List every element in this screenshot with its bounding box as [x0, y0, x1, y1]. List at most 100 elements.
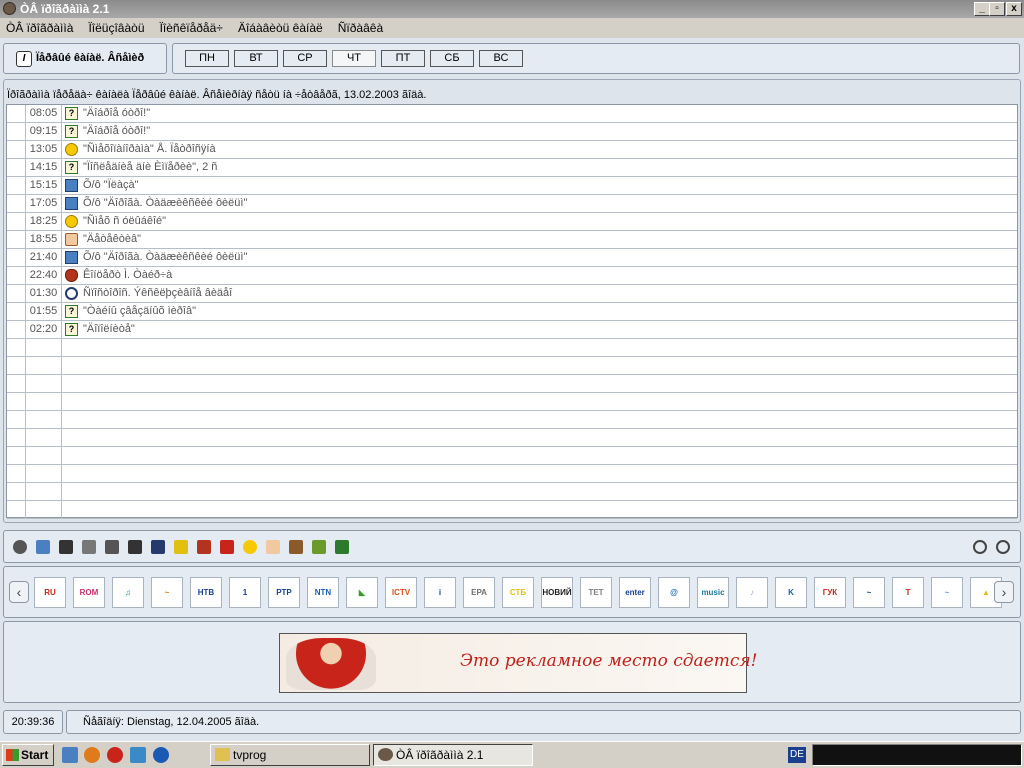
- current-channel[interactable]: I Ïåðâûé êàíàë. Âñåìèð: [3, 43, 167, 74]
- channel-logo[interactable]: @: [658, 577, 690, 608]
- start-button[interactable]: Start: [2, 744, 54, 766]
- desktop-icon[interactable]: [62, 747, 78, 763]
- row-marker: [7, 285, 26, 303]
- channel-logo[interactable]: ЕРА: [463, 577, 495, 608]
- dancer-icon[interactable]: [289, 540, 303, 554]
- bulb-icon[interactable]: [174, 540, 188, 554]
- empty-row[interactable]: [7, 411, 1017, 429]
- channel-logo[interactable]: ♪: [736, 577, 768, 608]
- smile-icon[interactable]: [243, 540, 257, 554]
- channel-logo[interactable]: СТБ: [502, 577, 534, 608]
- ad-banner[interactable]: Это рекламное место сдается!: [279, 633, 757, 693]
- row-marker: [7, 447, 26, 465]
- channel-logo[interactable]: NTN: [307, 577, 339, 608]
- day-button-wed[interactable]: СР: [283, 50, 327, 67]
- table-row[interactable]: 17:05 Õ/ô "Äîðîãà. Òàäæèêñêèé ôèëüì": [7, 195, 1017, 213]
- firefox-icon[interactable]: [84, 747, 100, 763]
- table-row[interactable]: 22:40 Êîíöåðò Ì. Òàéð÷à: [7, 267, 1017, 285]
- channel-logo[interactable]: РТР: [268, 577, 300, 608]
- camera-icon[interactable]: [82, 540, 96, 554]
- empty-row[interactable]: [7, 339, 1017, 357]
- table-row[interactable]: 01:55 "Òàéíû çâåçäíûõ ìèðîâ": [7, 303, 1017, 321]
- tv-icon[interactable]: [312, 540, 326, 554]
- menu-item-use[interactable]: Ïîëüçîâàòü: [82, 18, 150, 38]
- channel-logo[interactable]: НТВ: [190, 577, 222, 608]
- title-bar[interactable]: ÒÂ ïðîãðàììà 2.1 _ ▫ x: [0, 0, 1024, 18]
- task-tv-program[interactable]: ÒÂ ïðîãðàììà 2.1: [373, 744, 533, 766]
- menu-item-add-channel[interactable]: Äîáàâèòü êàíàë: [232, 18, 329, 38]
- schedule-table[interactable]: 08:05 "Äîáðîå óòðî!" 09:15 "Äîáðîå óòðî!" 13…: [6, 104, 1018, 519]
- channel-logo[interactable]: ~: [853, 577, 885, 608]
- close-button[interactable]: x: [1006, 2, 1022, 16]
- scroll-left-button[interactable]: ‹: [9, 581, 29, 603]
- empty-row[interactable]: [7, 393, 1017, 411]
- empty-row[interactable]: [7, 375, 1017, 393]
- day-button-sun[interactable]: ВС: [479, 50, 523, 67]
- question-doc-icon[interactable]: [335, 540, 349, 554]
- alarm-clock-icon[interactable]: [973, 540, 987, 554]
- explorer-icon[interactable]: [130, 747, 146, 763]
- maximize-button[interactable]: ▫: [989, 2, 1005, 16]
- day-button-fri[interactable]: ПТ: [381, 50, 425, 67]
- globe-icon[interactable]: [13, 540, 27, 554]
- heart-icon[interactable]: [59, 540, 73, 554]
- person-icon[interactable]: [128, 540, 142, 554]
- channel-logo[interactable]: i: [424, 577, 456, 608]
- table-row[interactable]: 13:05 "Ñìåõîïàíîðàìà" Å. Ïåòðîñÿíà: [7, 141, 1017, 159]
- row-title: Õ/ô "Äîðîãà. Òàäæèêñêèé ôèëüì": [83, 197, 248, 209]
- face-icon[interactable]: [266, 540, 280, 554]
- table-row[interactable]: 01:30 Ñïîñòîðîñ. Ýêñêëþçèâíîå âèäåî: [7, 285, 1017, 303]
- table-row[interactable]: 02:20 "Äîïîëíèòå": [7, 321, 1017, 339]
- day-button-tue[interactable]: ВТ: [234, 50, 278, 67]
- channel-logo[interactable]: 1: [229, 577, 261, 608]
- table-row[interactable]: 14:15 "Ïîñëåäíèå äíè Èìïåðèè", 2 ñ: [7, 159, 1017, 177]
- table-row[interactable]: 18:25 "Ñìåõ ñ óëûáêîé": [7, 213, 1017, 231]
- empty-row[interactable]: [7, 465, 1017, 483]
- stopwatch-icon[interactable]: [996, 540, 1010, 554]
- channel-logo[interactable]: ~: [151, 577, 183, 608]
- menu-item-program[interactable]: ÒÂ ïðîãðàììà: [0, 18, 79, 38]
- dice-icon[interactable]: [220, 540, 234, 554]
- channel-logo[interactable]: ГУК: [814, 577, 846, 608]
- menu-item-help[interactable]: Ñïðàâêà: [332, 18, 389, 38]
- player-icon[interactable]: [153, 747, 169, 763]
- day-button-thu[interactable]: ЧТ: [332, 50, 376, 67]
- channel-logo[interactable]: ICTV: [385, 577, 417, 608]
- media-icon[interactable]: [107, 747, 123, 763]
- channel-logo[interactable]: ◣: [346, 577, 378, 608]
- day-button-sat[interactable]: СБ: [430, 50, 474, 67]
- channel-logo[interactable]: НОВИЙ: [541, 577, 573, 608]
- minimize-button[interactable]: _: [974, 2, 990, 16]
- menu-item-search[interactable]: Ïîèñêïåðåä÷: [154, 18, 229, 38]
- guitar-icon[interactable]: [197, 540, 211, 554]
- empty-row[interactable]: [7, 483, 1017, 501]
- table-row[interactable]: 08:05 "Äîáðîå óòðî!": [7, 105, 1017, 123]
- table-row[interactable]: 18:55 "Äåòåêòèâ": [7, 231, 1017, 249]
- channel-logo[interactable]: ♫: [112, 577, 144, 608]
- row-marker: [7, 483, 26, 501]
- rocket-icon[interactable]: [105, 540, 119, 554]
- day-button-mon[interactable]: ПН: [185, 50, 229, 67]
- channel-logo[interactable]: T: [892, 577, 924, 608]
- scroll-right-button[interactable]: ›: [994, 581, 1014, 603]
- channel-logo[interactable]: ТЕТ: [580, 577, 612, 608]
- empty-row[interactable]: [7, 357, 1017, 375]
- channel-logo[interactable]: K: [775, 577, 807, 608]
- language-indicator[interactable]: DE: [788, 747, 806, 763]
- channel-logo[interactable]: music: [697, 577, 729, 608]
- magnifier-icon[interactable]: [151, 540, 165, 554]
- channel-logo[interactable]: RU: [34, 577, 66, 608]
- empty-row[interactable]: [7, 429, 1017, 447]
- row-marker: [7, 465, 26, 483]
- table-row[interactable]: 21:40 Õ/ô "Äîðîãà. Òàäæèêñêèé ôèëüì": [7, 249, 1017, 267]
- table-row[interactable]: 15:15 Õ/ô "Ïëàçà": [7, 177, 1017, 195]
- empty-row[interactable]: [7, 501, 1017, 519]
- channel-logo[interactable]: ROM: [73, 577, 105, 608]
- task-tvprog[interactable]: tvprog: [210, 744, 370, 766]
- book-icon[interactable]: [36, 540, 50, 554]
- channel-logo[interactable]: enter: [619, 577, 651, 608]
- channel-logo[interactable]: ~: [931, 577, 963, 608]
- table-row[interactable]: 09:15 "Äîáðîå óòðî!": [7, 123, 1017, 141]
- empty-row[interactable]: [7, 447, 1017, 465]
- row-time: [26, 429, 62, 447]
